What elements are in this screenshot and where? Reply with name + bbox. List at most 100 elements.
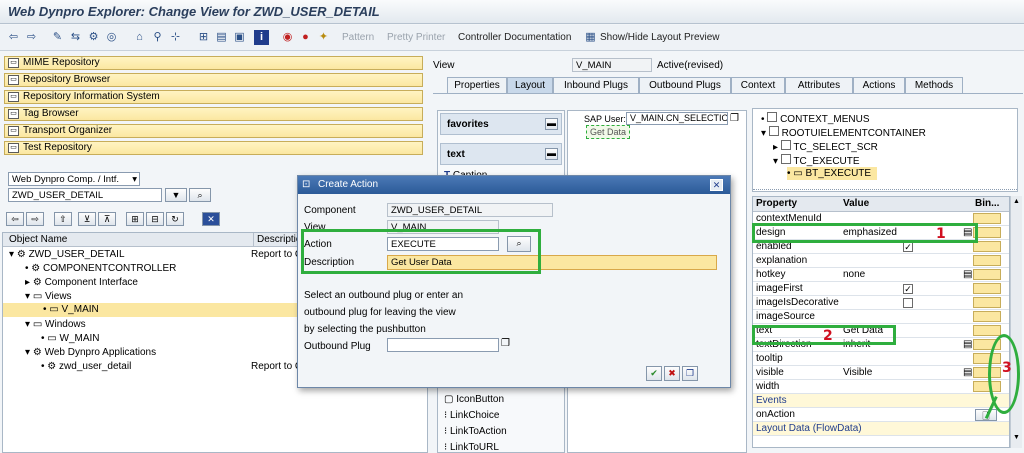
binding-button[interactable] <box>973 325 1001 336</box>
hierarchy-icon[interactable]: ⊞ <box>126 212 144 226</box>
object-name-input[interactable]: ZWD_USER_DETAIL <box>8 188 162 202</box>
collapse-icon[interactable]: ▬ <box>545 148 558 160</box>
nav-transport-organizer[interactable]: ▭ Transport Organizer <box>4 124 423 138</box>
tree-row[interactable]: • ⚙ COMPONENTCONTROLLER <box>25 262 176 275</box>
tree-row-selected[interactable]: • ▭ BT_EXECUTE <box>787 167 877 180</box>
nav-repository-browser[interactable]: ▭ Repository Browser <box>4 73 423 87</box>
dropdown-icon[interactable]: ▤ <box>963 268 972 281</box>
scroll-down-icon[interactable]: ▼ <box>1012 434 1021 443</box>
where-used-icon[interactable]: ⚲ <box>150 30 165 45</box>
palette-item-linktourl[interactable]: ⁝ LinkToURL <box>444 441 499 453</box>
tree-row[interactable]: • CONTEXT_MENUS <box>761 112 870 126</box>
nav-test-repository[interactable]: ▭ Test Repository <box>4 141 423 155</box>
navigate-icon[interactable]: ⊹ <box>168 30 183 45</box>
tab-layout[interactable]: Layout <box>507 77 553 93</box>
dropdown-icon[interactable]: ▤ <box>963 366 972 379</box>
binding-button[interactable] <box>973 283 1001 294</box>
hierarchy-icon[interactable]: ⌂ <box>132 30 147 45</box>
property-row[interactable]: tooltip <box>753 352 1009 366</box>
edit-pencil-icon[interactable]: ✎ <box>50 30 65 45</box>
close-icon[interactable]: ✕ <box>202 212 220 226</box>
back-arrow-icon[interactable]: ⇦ <box>6 212 24 226</box>
info-icon[interactable]: i <box>254 30 269 45</box>
binding-button[interactable] <box>973 311 1001 322</box>
palette-item-iconbutton[interactable]: ▢ IconButton <box>444 393 504 406</box>
property-row[interactable]: imageFirst ✓ <box>753 282 1009 296</box>
splitter[interactable] <box>753 189 1017 192</box>
imagefirst-checkbox[interactable]: ✓ <box>903 284 913 294</box>
sap-user-input[interactable]: V_MAIN.CN_SELECTION_ <box>626 112 728 125</box>
tab-outbound-plugs[interactable]: Outbound Plugs <box>639 77 731 93</box>
tab-inbound-plugs[interactable]: Inbound Plugs <box>553 77 639 93</box>
tree-row[interactable]: ▸ ⚙ Component Interface <box>25 276 138 289</box>
pretty-printer-button[interactable]: Pretty Printer <box>387 32 445 43</box>
tree-row[interactable]: ▾ TC_EXECUTE <box>773 154 860 168</box>
property-row[interactable]: imageIsDecorative <box>753 296 1009 310</box>
collapse-icon[interactable]: ▬ <box>545 118 558 130</box>
controller-documentation-button[interactable]: Controller Documentation <box>458 32 571 43</box>
tree-row[interactable]: ▾ ⚙ Web Dynpro Applications <box>25 346 156 359</box>
nav-mime-repository[interactable]: ▭ MIME Repository <box>4 56 423 70</box>
tree-row[interactable]: • ▭ W_MAIN <box>41 332 100 345</box>
close-icon[interactable]: ✕ <box>710 179 723 191</box>
palette-text-header[interactable]: text ▬ <box>440 143 562 165</box>
breakpoint-icon[interactable]: ● <box>298 30 313 45</box>
tree-row[interactable]: ▾ ROOTUIELEMENTCONTAINER <box>761 126 926 140</box>
tab-actions[interactable]: Actions <box>853 77 905 93</box>
tree-row[interactable]: ▾ ▭ Views <box>25 290 72 303</box>
property-row-onaction[interactable]: onAction🗋 <box>753 408 1009 422</box>
dropdown-button[interactable]: ▼ <box>165 188 187 202</box>
filter-icon[interactable]: ⊟ <box>146 212 164 226</box>
nav-repository-information-system[interactable]: ▭ Repository Information System <box>4 90 423 104</box>
display-object-button[interactable]: ⌕ <box>189 188 211 202</box>
test-run-icon[interactable]: ◉ <box>280 30 295 45</box>
palette-item-linktoaction[interactable]: ⁝ LinkToAction <box>444 425 507 438</box>
tree-structure-icon[interactable]: ⊞ <box>196 30 211 45</box>
imageisdecorative-checkbox[interactable] <box>903 298 913 308</box>
layout-icon[interactable]: ▣ <box>232 30 247 45</box>
scroll-up-icon[interactable]: ▲ <box>1012 198 1021 207</box>
palette-favorites-header[interactable]: favorites ▬ <box>440 113 562 135</box>
check-object-icon[interactable]: ⚙ <box>86 30 101 45</box>
collapse-all-icon[interactable]: ⊼ <box>98 212 116 226</box>
tree-row[interactable]: ▾ ▭ Windows <box>25 318 86 331</box>
palette-item-linkchoice[interactable]: ⁝ LinkChoice <box>444 409 499 422</box>
properties-scrollbar[interactable]: ▲ ▼ <box>1010 196 1022 448</box>
binding-button[interactable] <box>973 269 1001 280</box>
property-row[interactable]: hotkey none ▤ <box>753 268 1009 282</box>
tree-row[interactable]: ▸ TC_SELECT_SCR <box>773 140 878 154</box>
enabled-checkbox[interactable]: ✓ <box>903 242 913 252</box>
display-change-icon[interactable]: ⇆ <box>68 30 83 45</box>
tab-attributes[interactable]: Attributes <box>785 77 853 93</box>
property-row[interactable]: width <box>753 380 1009 394</box>
outbound-plug-input[interactable] <box>387 338 499 352</box>
up-arrow-icon[interactable]: ⇧ <box>54 212 72 226</box>
cancel-button[interactable]: ✖ <box>664 366 680 381</box>
back-arrow-icon[interactable]: ⇦ <box>6 30 21 45</box>
nav-tag-browser[interactable]: ▭ Tag Browser <box>4 107 423 121</box>
show-hide-layout-preview-button[interactable]: Show/Hide Layout Preview <box>600 32 720 43</box>
value-help-icon[interactable]: ❐ <box>501 338 510 349</box>
wizard-icon[interactable]: ✦ <box>316 30 331 45</box>
pattern-button[interactable]: Pattern <box>342 32 374 43</box>
forward-arrow-icon[interactable]: ⇨ <box>26 212 44 226</box>
confirm-button[interactable]: ✔ <box>646 366 662 381</box>
property-row[interactable]: visible Visible ▤ <box>753 366 1009 380</box>
binding-button[interactable] <box>973 255 1001 266</box>
tab-properties[interactable]: Properties <box>447 77 507 93</box>
dropdown-icon[interactable]: ▤ <box>963 338 972 351</box>
refresh-icon[interactable]: ↻ <box>166 212 184 226</box>
property-row[interactable]: explanation <box>753 254 1009 268</box>
forward-arrow-icon[interactable]: ⇨ <box>24 30 39 45</box>
object-type-select[interactable]: Web Dynpro Comp. / Intf. ▾ <box>8 172 140 186</box>
property-row[interactable]: imageSource <box>753 310 1009 324</box>
tab-methods[interactable]: Methods <box>905 77 963 93</box>
expand-all-icon[interactable]: ⊻ <box>78 212 96 226</box>
copy-button[interactable]: ❐ <box>682 366 698 381</box>
binding-button[interactable] <box>973 297 1001 308</box>
overview-icon[interactable]: ▤ <box>214 30 229 45</box>
activate-icon[interactable]: ◎ <box>104 30 119 45</box>
value-help-icon[interactable]: ❐ <box>730 113 739 124</box>
tab-context[interactable]: Context <box>731 77 785 93</box>
get-data-preview-button[interactable]: Get Data <box>586 125 630 139</box>
